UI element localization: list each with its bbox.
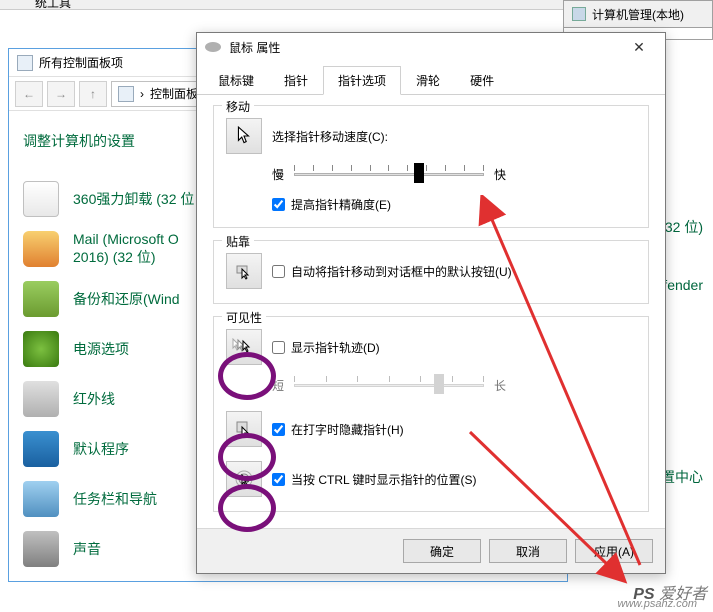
trails-checkbox[interactable]	[272, 341, 285, 354]
slider-thumb[interactable]	[414, 163, 424, 183]
item-label: 默认程序	[73, 439, 129, 459]
sound-icon	[23, 531, 59, 567]
right-tree-header: 计算机管理(本地)	[563, 0, 713, 28]
apply-button[interactable]: 应用(A)	[575, 539, 653, 563]
item-label: 电源选项	[73, 339, 129, 359]
backup-icon	[23, 281, 59, 317]
snapto-group: 贴靠 自动将指针移动到对话框中的默认按钮(U)	[213, 240, 649, 304]
trails-icon	[232, 338, 256, 356]
mail-icon	[23, 231, 59, 267]
computer-mgmt-icon	[572, 7, 586, 21]
hide-pointer-icon	[235, 420, 253, 438]
mouse-properties-dialog: 鼠标 属性 ✕ 鼠标键 指针 指针选项 滑轮 硬件 移动 选择指针移动速度(C)…	[196, 32, 666, 574]
watermark: PS 爱好者 www.psahz.com	[633, 580, 707, 604]
item-label: Mail (Microsoft O 2016) (32 位)	[73, 231, 179, 267]
cancel-button[interactable]: 取消	[489, 539, 567, 563]
power-icon	[23, 331, 59, 367]
mouse-icon	[205, 42, 221, 52]
ctrl-locate-label: 当按 CTRL 键时显示指针的位置(S)	[291, 471, 477, 488]
speed-label: 选择指针移动速度(C):	[272, 128, 388, 145]
watermark-url: www.psahz.com	[618, 598, 697, 610]
enhance-precision-label: 提高指针精确度(E)	[291, 196, 391, 213]
hide-typing-label: 在打字时隐藏指针(H)	[291, 421, 404, 438]
tab-pointer-options[interactable]: 指针选项	[323, 66, 401, 95]
ctrl-preview	[226, 461, 262, 497]
infrared-icon	[23, 381, 59, 417]
trails-label: 显示指针轨迹(D)	[291, 339, 380, 356]
long-label: 长	[494, 377, 506, 394]
hide-preview	[226, 411, 262, 447]
path-icon	[118, 86, 134, 102]
snapto-label: 自动将指针移动到对话框中的默认按钮(U)	[291, 263, 512, 280]
dialog-body: 移动 选择指针移动速度(C): 慢 快 提高指针精确度(E)	[197, 95, 665, 528]
snapto-preview	[226, 253, 262, 289]
pointer-speed-slider[interactable]	[294, 162, 484, 186]
default-programs-icon	[23, 431, 59, 467]
cursor-icon	[236, 126, 252, 146]
visibility-group: 可见性 显示指针轨迹(D) 短 长	[213, 316, 649, 512]
ctrlpanel-title-text: 所有控制面板项	[39, 54, 123, 71]
button-cursor-icon	[236, 261, 252, 281]
nav-up-button[interactable]: ↑	[79, 81, 107, 107]
tab-wheel[interactable]: 滑轮	[401, 66, 455, 95]
dialog-titlebar[interactable]: 鼠标 属性 ✕	[197, 33, 665, 61]
bg-text-fragment: (32 位)	[660, 217, 703, 237]
tab-strip: 鼠标键 指针 指针选项 滑轮 硬件	[197, 61, 665, 95]
enhance-precision-checkbox[interactable]	[272, 198, 285, 211]
nav-back-button[interactable]: ←	[15, 81, 43, 107]
ok-button[interactable]: 确定	[403, 539, 481, 563]
item-label: 红外线	[73, 389, 115, 409]
tab-hardware[interactable]: 硬件	[455, 66, 509, 95]
uninstall-icon	[23, 181, 59, 217]
trails-preview	[226, 329, 262, 365]
hide-typing-checkbox[interactable]	[272, 423, 285, 436]
slider-thumb	[434, 374, 444, 394]
group-title: 贴靠	[222, 233, 254, 250]
cursor-preview	[226, 118, 262, 154]
bg-title: 统工具	[35, 0, 71, 11]
motion-group: 移动 选择指针移动速度(C): 慢 快 提高指针精确度(E)	[213, 105, 649, 228]
tab-pointers[interactable]: 指针	[269, 66, 323, 95]
item-label: 备份和还原(Wind	[73, 289, 180, 309]
nav-forward-button[interactable]: →	[47, 81, 75, 107]
bg-text-fragment: 置中心	[661, 467, 703, 487]
dialog-title: 鼠标 属性	[229, 39, 613, 56]
dialog-button-bar: 确定 取消 应用(A)	[197, 528, 665, 573]
ctrlpanel-icon	[17, 55, 33, 71]
group-title: 移动	[222, 98, 254, 115]
slow-label: 慢	[272, 166, 284, 183]
snapto-checkbox[interactable]	[272, 265, 285, 278]
breadcrumb-text: 控制面板	[150, 85, 198, 102]
right-tree-label: 计算机管理(本地)	[592, 6, 684, 23]
item-label: 任务栏和导航	[73, 489, 157, 509]
short-label: 短	[272, 377, 284, 394]
trails-length-slider	[294, 373, 484, 397]
fast-label: 快	[494, 166, 506, 183]
taskbar-icon	[23, 481, 59, 517]
close-button[interactable]: ✕	[621, 36, 657, 58]
item-label: 360强力卸载 (32 位	[73, 189, 194, 209]
item-label: 声音	[73, 539, 101, 559]
ctrl-locate-icon	[234, 469, 254, 489]
tab-buttons[interactable]: 鼠标键	[203, 66, 269, 95]
group-title: 可见性	[222, 309, 266, 326]
ctrl-locate-checkbox[interactable]	[272, 473, 285, 486]
